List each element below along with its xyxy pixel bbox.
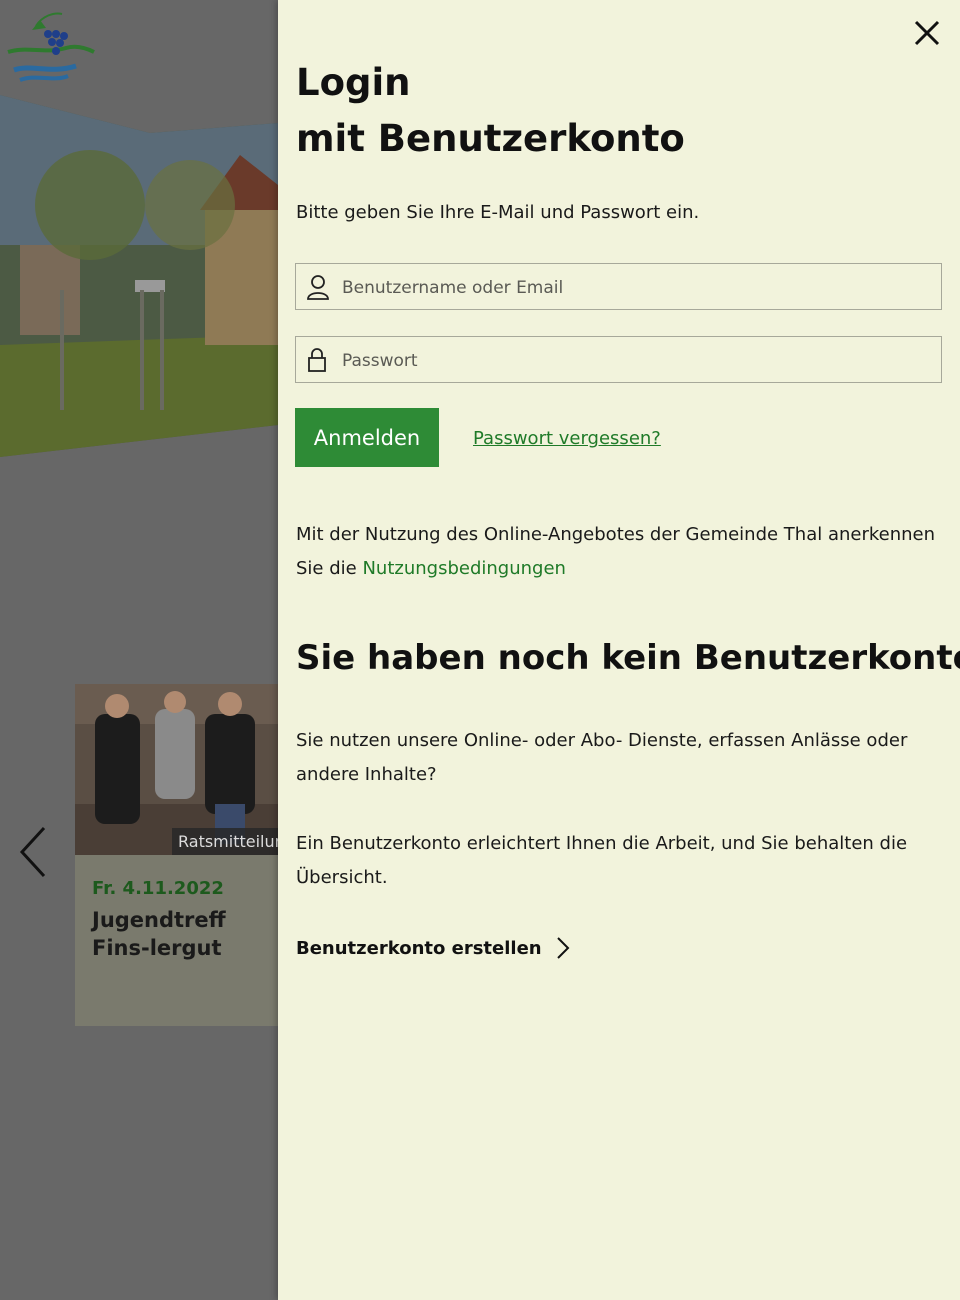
register-paragraph-1: Sie nutzen unsere Online- oder Abo- Dien… [296,730,908,785]
username-field[interactable] [295,263,942,311]
create-account-link[interactable]: Benutzerkonto erstellen [296,936,570,960]
close-icon[interactable] [912,18,942,48]
login-button[interactable]: Anmelden [295,408,439,467]
news-card[interactable]: Ratsmitteilung Fr. 4.11.2022 Jugendtreff… [75,684,278,1026]
login-intro: Bitte geben Sie Ihre E-Mail und Passwort… [296,202,700,223]
terms-notice: Mit der Nutzung des Online-Angebotes der… [296,518,946,586]
create-account-label: Benutzerkonto erstellen [296,937,542,959]
chevron-left-icon[interactable] [16,824,52,880]
chevron-right-icon [556,937,570,959]
register-paragraph-2: Ein Benutzerkonto erleichtert Ihnen die … [296,833,908,888]
news-card-title: Jugendtreff Fins-lergut [92,908,226,960]
login-title-line2: mit Benutzerkonto [296,117,685,160]
register-heading: Sie haben noch kein Benutzerkonto? [296,638,960,678]
username-input[interactable] [340,264,934,311]
news-card-category: Ratsmitteilung [172,828,278,855]
municipality-logo [7,12,95,82]
user-icon [307,275,329,300]
background-page: Ratsmitteilung Fr. 4.11.2022 Jugendtreff… [0,0,278,1300]
lock-icon [308,348,326,372]
hero-image [0,95,278,457]
password-field[interactable] [295,336,942,384]
news-card-date: Fr. 4.11.2022 [92,878,224,899]
password-input[interactable] [340,337,934,384]
forgot-password-link[interactable]: Passwort vergessen? [473,428,661,449]
terms-link[interactable]: Nutzungsbedingungen [362,558,565,579]
login-title: Login mit Benutzerkonto [296,55,685,167]
login-panel: Login mit Benutzerkonto Bitte geben Sie … [278,0,960,1300]
login-title-line1: Login [296,61,411,104]
